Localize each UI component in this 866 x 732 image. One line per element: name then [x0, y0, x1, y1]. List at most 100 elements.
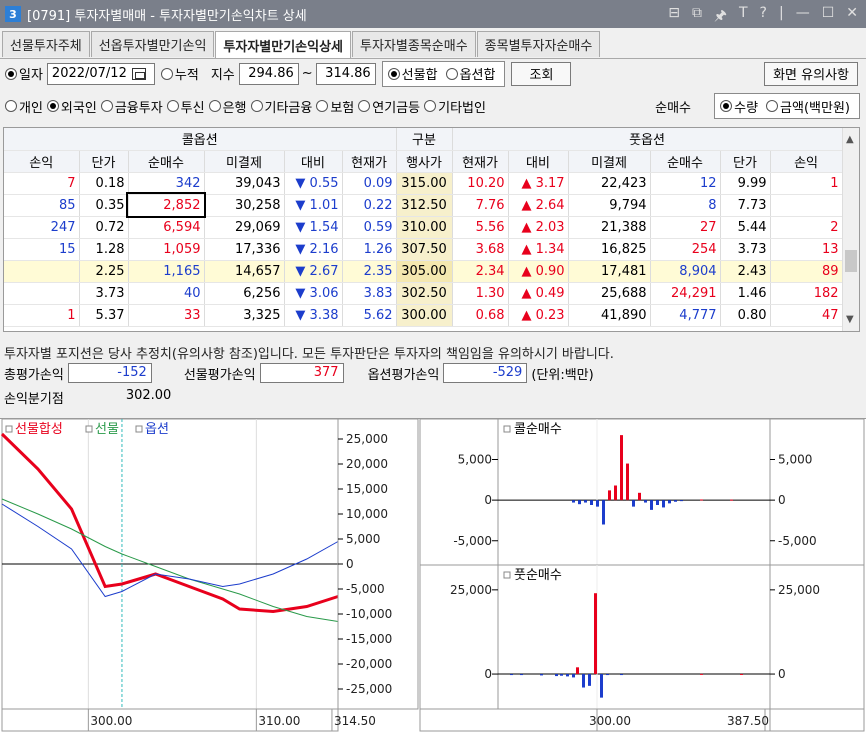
- window-restore-icon[interactable]: ⧉: [692, 5, 702, 29]
- radio-investor-pension[interactable]: 연기금등: [358, 97, 420, 116]
- table-row[interactable]: 3.73 40 6,256 ▼ 3.06 3.83 302.50 1.30 ▲ 0.49 25,…: [4, 282, 843, 305]
- cell-c-chg: ▼ 1.54: [284, 216, 343, 239]
- radio-cumulative[interactable]: 누적: [160, 64, 199, 83]
- y-tick-label: 25,000: [778, 583, 820, 597]
- layout-icon[interactable]: ⊟: [668, 5, 680, 29]
- bar: [520, 674, 523, 676]
- radio-investor-trust[interactable]: 투신: [166, 97, 205, 116]
- tab-investor-item-netbuy[interactable]: 투자자별종목순매수: [352, 31, 476, 57]
- call-header: 콜옵션: [4, 128, 397, 151]
- cell-p-net: 4,777: [650, 304, 721, 327]
- bar: [680, 500, 683, 502]
- vertical-scrollbar[interactable]: ▲ ▼: [842, 128, 859, 331]
- legend-marker: [503, 571, 511, 579]
- radio-investor-foreign[interactable]: 외국인: [46, 97, 97, 116]
- total-pl-label: 총평가손익: [4, 367, 64, 383]
- charts-area: 선물합성 선물 옵션 25,000 20,000 15,000 10,000 5,000 0 -5…: [0, 418, 866, 732]
- radio-investor-individual[interactable]: 개인: [5, 97, 43, 116]
- table-row[interactable]: 1 5.37 33 3,325 ▼ 3.38 5.62 300.00 0.68 ▲ 0.23 41…: [4, 304, 843, 327]
- cell-p-price: 9.99: [720, 172, 771, 195]
- radio-investor-insurance[interactable]: 보험: [316, 97, 354, 116]
- futures-pl-label: 선물평가손익: [183, 367, 256, 383]
- query-button[interactable]: 조회: [511, 61, 572, 86]
- investor-label: 외국인: [60, 100, 97, 116]
- date-input[interactable]: 2022/07/12: [46, 62, 155, 85]
- col-call-price[interactable]: 단가: [79, 150, 129, 173]
- index-to-input[interactable]: 314.86: [315, 62, 376, 85]
- y-tick-label: 0: [778, 493, 786, 507]
- y-tick-label: -15,000: [346, 632, 392, 646]
- minimize-icon[interactable]: —: [796, 5, 810, 29]
- calendar-icon[interactable]: [131, 67, 146, 80]
- y-tick-label: -5,000: [778, 534, 817, 548]
- font-size-icon[interactable]: T: [739, 5, 748, 29]
- close-icon[interactable]: ✕: [846, 5, 858, 29]
- radio-amount[interactable]: 금액(백만원): [766, 97, 850, 116]
- tab-investor-expiry-pl[interactable]: 선옵투자별만기손익: [90, 31, 215, 57]
- radio-investor-other-corp[interactable]: 기타법인: [424, 97, 486, 116]
- index-from-input[interactable]: 294.86: [238, 62, 299, 85]
- radio-day[interactable]: 일자: [5, 64, 43, 83]
- col-put-price[interactable]: 단가: [720, 150, 771, 173]
- legend-label: 옵션: [145, 422, 169, 437]
- x-tick-label: 310.00: [258, 714, 300, 728]
- radio-investor-financial[interactable]: 금융투자: [100, 97, 163, 116]
- col-put-change[interactable]: 대비: [508, 150, 569, 173]
- tab-item-investor-netbuy[interactable]: 종목별투자자순매수: [476, 31, 601, 57]
- radio-investor-other-finance[interactable]: 기타금융: [250, 97, 312, 116]
- x-tick-label: 300.00: [90, 714, 132, 728]
- pin-icon[interactable]: 🖈: [714, 5, 727, 29]
- table-row[interactable]: 2.25 1,165 14,657 ▼ 2.67 2.35 305.00 2.34 ▲ 0.9…: [4, 260, 843, 283]
- col-call-current[interactable]: 현재가: [342, 150, 397, 173]
- tab-investor-expiry-pl-detail[interactable]: 투자자별만기손익상세: [215, 31, 352, 58]
- cell-c-price: 0.18: [79, 172, 129, 195]
- radio-qty[interactable]: 수량: [720, 97, 758, 116]
- summary-row: 총평가손익 -152 선물평가손익 377 옵션평가손익 -529 (단위:백만…: [4, 362, 594, 384]
- col-put-oi[interactable]: 미결제: [568, 150, 651, 173]
- table-row[interactable]: 15 1.28 1,059 17,336 ▼ 2.16 1.26 307.50 3.68 ▲ 1…: [4, 238, 843, 261]
- y-tick-label: 0: [778, 667, 786, 681]
- col-call-pl[interactable]: 손익: [4, 150, 80, 173]
- cell-c-cur: 0.09: [342, 172, 397, 195]
- divider: |: [778, 5, 784, 21]
- col-strike[interactable]: 행사가: [396, 150, 453, 173]
- investor-label: 금융투자: [114, 100, 163, 116]
- cell-p-cur: 3.68: [452, 238, 509, 261]
- col-call-netbuy[interactable]: 순매수: [128, 150, 205, 173]
- option-table: 콜옵션 구분 풋옵션 손익 단가 순매수 미결제 대비 현재가 행사가 현재가 …: [3, 127, 860, 332]
- screen-notice-button[interactable]: 화면 유의사항: [764, 61, 858, 86]
- cell-c-cur: 3.83: [342, 282, 397, 305]
- col-put-netbuy[interactable]: 순매수: [650, 150, 721, 173]
- scroll-thumb[interactable]: [845, 250, 857, 272]
- cell-c-chg: ▼ 2.67: [284, 260, 343, 283]
- table-row[interactable]: 7 0.18 342 39,043 ▼ 0.55 0.09 315.00 10.20 ▲ 3.1…: [4, 172, 843, 195]
- radio-dot: [424, 100, 437, 112]
- col-call-oi[interactable]: 미결제: [204, 150, 285, 173]
- cell-p-chg: ▲ 0.49: [508, 282, 569, 305]
- investor-label: 기타법인: [438, 100, 486, 116]
- index-separator: ~: [301, 66, 313, 81]
- total-pl-value: -152: [67, 363, 152, 383]
- scroll-down-icon[interactable]: ▼: [846, 314, 854, 325]
- y-tick-label: 25,000: [450, 583, 492, 597]
- maximize-icon[interactable]: ☐: [822, 5, 835, 29]
- legend-marker: [85, 425, 93, 433]
- y-tick-label: -5,000: [346, 582, 385, 596]
- help-icon[interactable]: ?: [760, 5, 767, 29]
- tab-futures-investor[interactable]: 선물투자주체: [2, 31, 90, 57]
- scroll-up-icon[interactable]: ▲: [846, 134, 854, 145]
- cell-strike: 300.00: [396, 304, 453, 327]
- col-put-pl[interactable]: 손익: [770, 150, 843, 173]
- radio-dot: [5, 67, 17, 80]
- col-call-change[interactable]: 대비: [284, 150, 343, 173]
- window-title: [0791] 투자자별매매 - 투자자별만기손익차트 상세: [27, 8, 307, 24]
- cell-strike: 315.00: [396, 172, 453, 195]
- radio-futures-sum[interactable]: 선물합: [387, 64, 438, 83]
- radio-option-sum[interactable]: 옵션합: [445, 64, 495, 83]
- radio-investor-bank[interactable]: 은행: [208, 97, 247, 116]
- table-row[interactable]: 247 0.72 6,594 29,069 ▼ 1.54 0.59 310.00 5.56 ▲ …: [4, 216, 843, 239]
- cell-p-price: 7.73: [720, 194, 771, 217]
- table-row[interactable]: 85 0.35 2,852 30,258 ▼ 1.01 0.22 312.50 7.76 ▲ 2…: [4, 192, 843, 218]
- cell-p-oi: 25,688: [568, 282, 651, 305]
- col-put-current[interactable]: 현재가: [452, 150, 509, 173]
